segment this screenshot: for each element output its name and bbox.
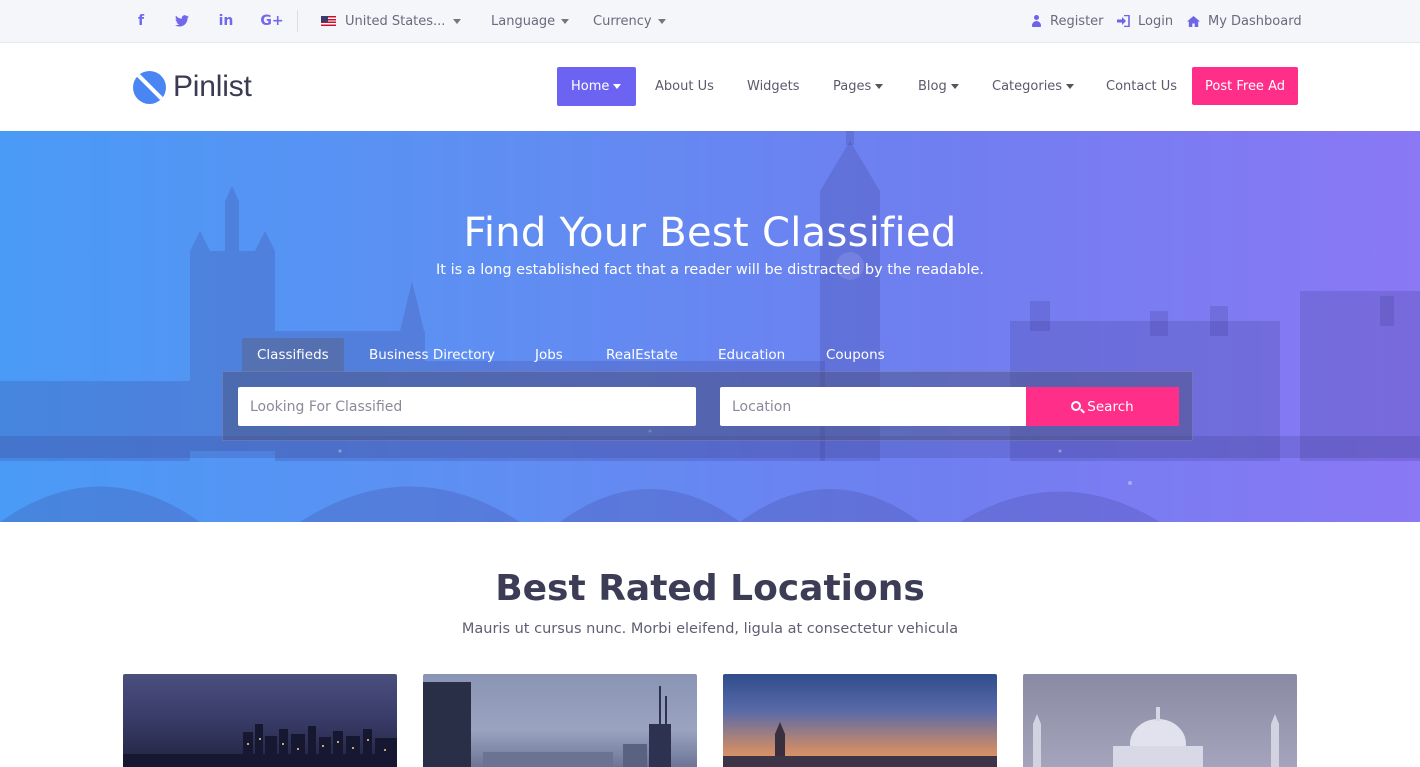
nav-blog-label: Blog (918, 79, 947, 94)
sign-in-icon (1117, 15, 1130, 27)
top-bar: f in G+ United States... Language Curren… (0, 0, 1420, 43)
nav-contact[interactable]: Contact Us (1106, 67, 1177, 106)
nav-categories[interactable]: Categories (992, 67, 1075, 106)
search-icon (1071, 400, 1082, 411)
hero-subtitle: It is a long established fact that a rea… (436, 262, 984, 278)
tab-education[interactable]: Education (718, 338, 785, 372)
nav-home-label: Home (571, 79, 610, 94)
hero-title: Find Your Best Classified (463, 210, 957, 256)
location-card-skyscrapers[interactable] (423, 674, 697, 767)
sunset-city-image (723, 722, 997, 767)
keyword-search-input[interactable] (238, 387, 696, 426)
language-select[interactable]: Language (491, 0, 570, 42)
dashboard-label: My Dashboard (1208, 13, 1302, 29)
nav-widgets-label: Widgets (747, 79, 800, 94)
logo-text: Pinlist (173, 70, 252, 103)
location-card-sunset[interactable] (723, 674, 997, 767)
tab-jobs[interactable]: Jobs (535, 338, 563, 372)
register-label: Register (1050, 13, 1104, 29)
nav-contact-label: Contact Us (1106, 79, 1177, 94)
location-input[interactable] (720, 387, 1026, 426)
chevron-down-icon (657, 18, 666, 24)
country-label: United States... (345, 13, 446, 29)
nav-pages-label: Pages (833, 79, 872, 94)
section-title: Best Rated Locations (495, 568, 925, 609)
nav-widgets[interactable]: Widgets (747, 67, 800, 106)
search-button[interactable]: Search (1026, 387, 1179, 426)
register-link[interactable]: Register (1032, 0, 1104, 42)
search-button-label: Search (1087, 398, 1134, 415)
chevron-down-icon (561, 18, 570, 24)
currency-label: Currency (593, 13, 652, 29)
chevron-down-icon (1066, 84, 1075, 89)
skyscrapers-image (423, 682, 671, 767)
tab-realestate[interactable]: RealEstate (606, 338, 678, 372)
nav-categories-label: Categories (992, 79, 1063, 94)
hero-banner: Find Your Best Classified It is a long e… (0, 131, 1420, 522)
dashboard-link[interactable]: My Dashboard (1187, 0, 1302, 42)
login-link[interactable]: Login (1117, 0, 1173, 42)
nav-about[interactable]: About Us (655, 67, 714, 106)
twitter-icon[interactable] (170, 0, 194, 42)
tab-classifieds[interactable]: Classifieds (242, 338, 344, 372)
nav-about-label: About Us (655, 79, 714, 94)
country-select[interactable]: United States... (321, 0, 462, 42)
divider (297, 10, 298, 32)
logo[interactable]: Pinlist (133, 70, 252, 104)
nav-pages[interactable]: Pages (833, 67, 884, 106)
taj-mahal-image (1033, 707, 1279, 767)
user-icon (1032, 15, 1041, 27)
main-header: Pinlist Home About Us Widgets Pages Blog… (0, 43, 1420, 131)
home-icon (1187, 15, 1200, 27)
tab-business-directory[interactable]: Business Directory (369, 338, 495, 372)
facebook-icon[interactable]: f (129, 0, 153, 42)
section-subtitle: Mauris ut cursus nunc. Morbi eleifend, l… (461, 621, 959, 637)
nav-home[interactable]: Home (557, 67, 636, 106)
chevron-down-icon (613, 84, 622, 89)
nav-blog[interactable]: Blog (918, 67, 959, 106)
twitter-bird-icon (175, 15, 189, 27)
post-free-ad-button[interactable]: Post Free Ad (1192, 67, 1298, 105)
login-label: Login (1138, 13, 1174, 29)
logo-icon (133, 70, 166, 104)
city-night-image (123, 724, 397, 767)
location-card-city-night[interactable] (123, 674, 397, 767)
currency-select[interactable]: Currency (593, 0, 666, 42)
us-flag-icon (321, 16, 336, 26)
language-label: Language (491, 13, 556, 29)
city-skyline-image (0, 131, 1420, 522)
chevron-down-icon (453, 18, 462, 24)
chevron-down-icon (875, 84, 884, 89)
linkedin-icon[interactable]: in (214, 0, 238, 42)
chevron-down-icon (950, 84, 959, 89)
google-plus-icon[interactable]: G+ (259, 0, 285, 42)
location-card-taj-mahal[interactable] (1023, 674, 1297, 767)
tab-coupons[interactable]: Coupons (826, 338, 885, 372)
